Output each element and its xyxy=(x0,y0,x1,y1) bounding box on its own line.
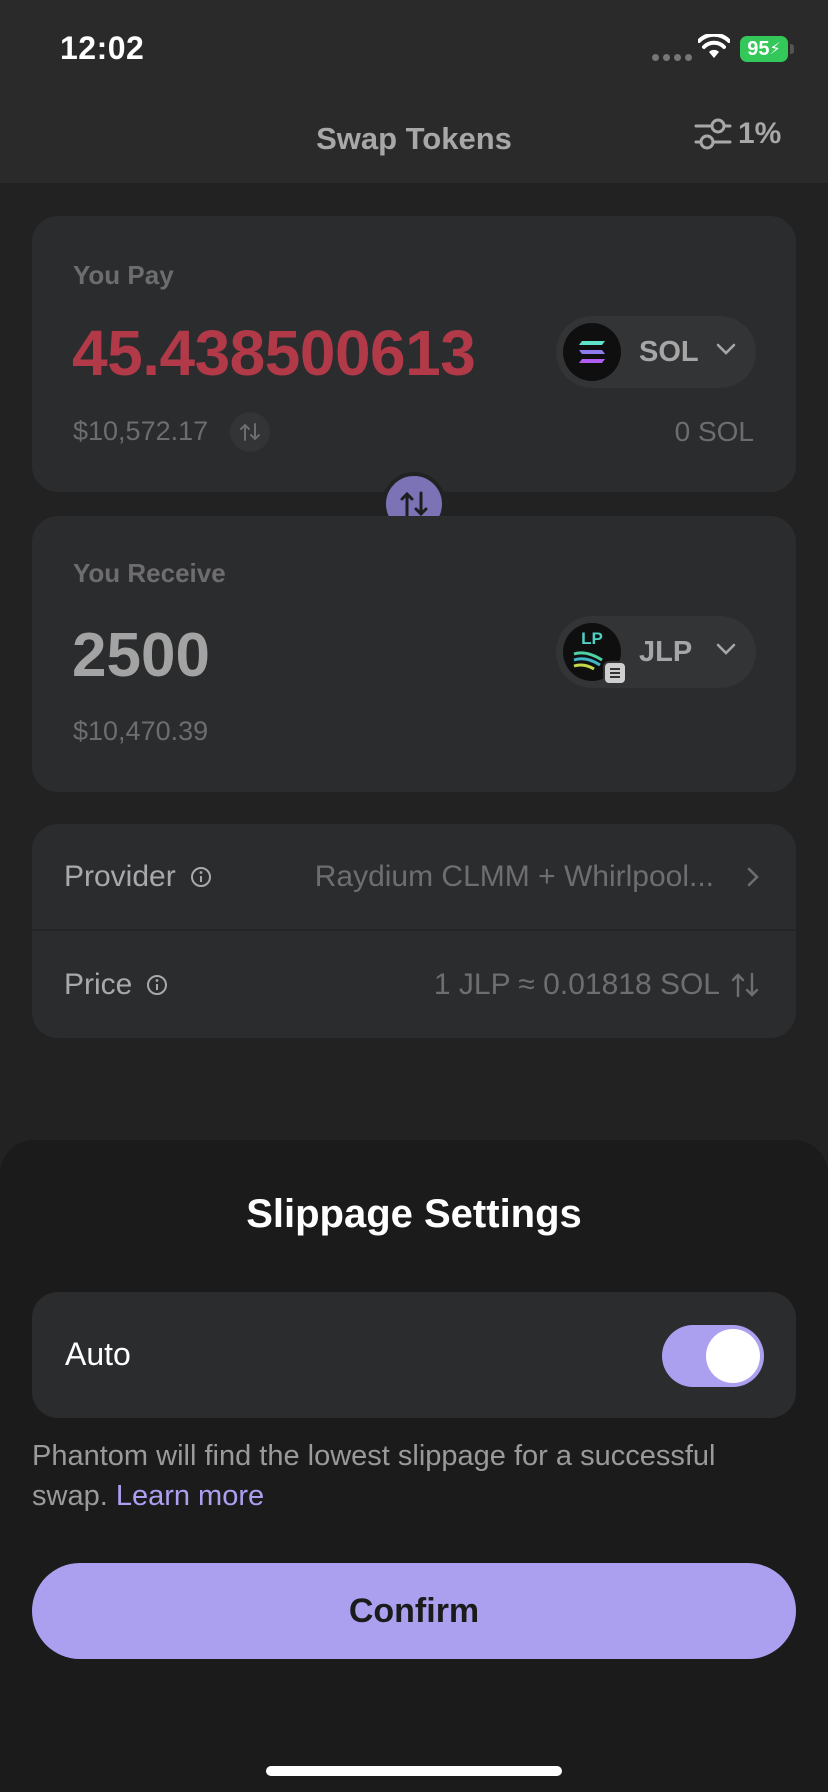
cellular-signal-icon xyxy=(652,54,692,61)
price-value: 1 JLP ≈ 0.01818 SOL xyxy=(433,967,720,1001)
wifi-icon xyxy=(698,34,730,58)
battery-indicator: 95 ⚡ xyxy=(740,36,788,62)
battery-level: 95 xyxy=(747,37,770,60)
auto-slippage-row: Auto xyxy=(32,1292,796,1418)
pay-card: You Pay 45.438500613 SOL $10,572.17 0 SO… xyxy=(32,216,796,492)
swap-arrows-icon xyxy=(400,491,428,517)
home-indicator[interactable] xyxy=(266,1766,562,1776)
swap-arrows-icon xyxy=(240,423,260,441)
receive-label: You Receive xyxy=(73,558,226,588)
toggle-fiat-button[interactable] xyxy=(230,412,270,452)
info-icon[interactable] xyxy=(146,974,168,996)
pay-balance: 0 SOL xyxy=(674,416,754,447)
pay-fiat-value: $10,572.17 xyxy=(73,416,209,446)
receive-fiat-value: $10,470.39 xyxy=(73,716,209,746)
jlp-token-icon: LP xyxy=(563,623,627,685)
sliders-icon xyxy=(694,118,732,150)
jlp-icon-text: LP xyxy=(581,629,603,648)
receive-amount[interactable]: 2500 xyxy=(72,620,210,691)
confirm-button[interactable]: Confirm xyxy=(32,1563,796,1659)
provider-label-group: Provider xyxy=(64,860,212,894)
swap-arrows-icon xyxy=(731,972,759,997)
chevron-down-icon xyxy=(716,343,736,355)
pay-amount-input[interactable]: 45.438500613 xyxy=(72,316,476,390)
price-value-group[interactable]: 1 JLP ≈ 0.01818 SOL xyxy=(434,968,760,1002)
price-row: Price 1 JLP ≈ 0.01818 SOL xyxy=(32,931,796,1038)
pay-token-selector[interactable]: SOL xyxy=(556,316,756,388)
provider-value: Raydium CLMM + Whirlpool... xyxy=(314,859,714,893)
solana-icon xyxy=(563,323,621,381)
receive-token-selector[interactable]: LP JLP xyxy=(556,616,756,688)
slippage-settings-sheet: Slippage Settings Auto Phantom will find… xyxy=(0,1140,828,1792)
swap-details-card: Provider Raydium CLMM + Whirlpool... Pri… xyxy=(32,824,796,1038)
slippage-help-text: Phantom will find the lowest slippage fo… xyxy=(32,1436,796,1516)
token-badge-icon xyxy=(603,661,627,685)
learn-more-link[interactable]: Learn more xyxy=(116,1480,264,1512)
slippage-settings-button[interactable]: 1% xyxy=(694,117,781,151)
toggle-knob xyxy=(706,1329,760,1383)
charging-icon: ⚡ xyxy=(769,41,781,58)
pay-token-symbol: SOL xyxy=(639,335,699,368)
battery-nub xyxy=(790,44,794,54)
provider-row[interactable]: Provider Raydium CLMM + Whirlpool... xyxy=(32,824,796,931)
chevron-down-icon xyxy=(716,643,736,655)
auto-label: Auto xyxy=(65,1336,131,1372)
auto-slippage-toggle[interactable] xyxy=(662,1325,764,1387)
nav-header: Swap Tokens 1% xyxy=(0,95,828,183)
info-icon[interactable] xyxy=(190,866,212,888)
status-time: 12:02 xyxy=(60,30,145,66)
provider-label: Provider xyxy=(64,859,176,893)
price-label: Price xyxy=(64,967,133,1001)
receive-token-symbol: JLP xyxy=(639,635,693,668)
receive-card: You Receive 2500 LP JLP $10,470.39 xyxy=(32,516,796,792)
provider-value-group: Raydium CLMM + Whirlpool... xyxy=(315,860,760,894)
chevron-right-icon xyxy=(747,867,759,886)
sheet-title: Slippage Settings xyxy=(246,1192,582,1236)
status-bar: 12:02 95 ⚡ xyxy=(0,0,828,95)
pay-label: You Pay xyxy=(73,260,174,290)
slippage-value: 1% xyxy=(738,117,782,150)
price-label-group: Price xyxy=(64,968,168,1002)
